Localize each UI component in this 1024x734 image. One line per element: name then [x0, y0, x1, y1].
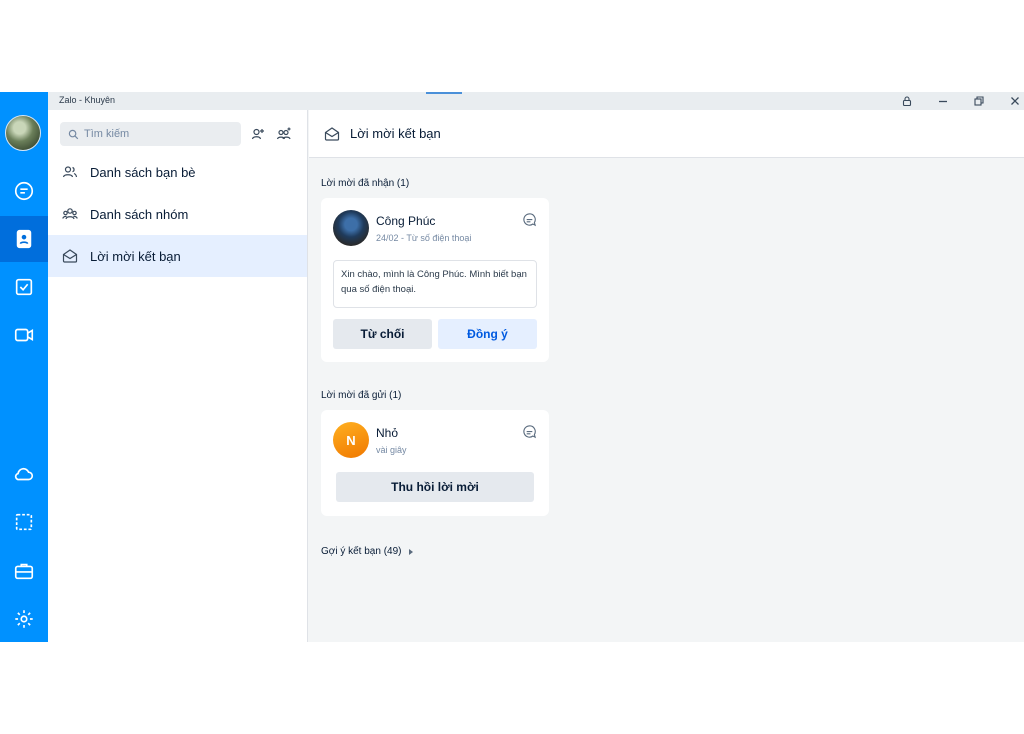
- request-message: Xin chào, mình là Công Phúc. Mình biết b…: [333, 260, 537, 308]
- todo-icon[interactable]: [0, 264, 48, 310]
- sent-section-label: Lời mời đã gửi (1): [321, 390, 402, 401]
- recall-request-button[interactable]: Thu hồi lời mời: [336, 472, 534, 502]
- search-input[interactable]: [84, 128, 234, 140]
- main-content: Lời mời kết bạn Lời mời đã nhận (1) Công…: [309, 110, 1024, 642]
- search-box[interactable]: [60, 122, 241, 146]
- recipient-initial: N: [346, 432, 356, 448]
- title-bar: Zalo - Khuyên: [48, 92, 1024, 110]
- request-meta: 24/02 - Từ số điện thoại: [376, 233, 472, 243]
- envelope-icon: [324, 126, 340, 141]
- contacts-icon[interactable]: [0, 216, 48, 262]
- sent-request-card: N Nhỏ vài giây Thu hồi lời mời: [321, 410, 549, 516]
- nav-groups-list[interactable]: Danh sách nhóm: [48, 193, 307, 235]
- window-title: Zalo - Khuyên: [59, 95, 116, 105]
- nav-friend-requests-label: Lời mời kết bạn: [90, 248, 181, 264]
- groups-icon: [62, 208, 78, 220]
- envelope-icon: [62, 249, 78, 263]
- received-request-card: Công Phúc 24/02 - Từ số điện thoại Xin c…: [321, 198, 549, 362]
- friends-icon: [62, 166, 78, 178]
- navigation-rail: [0, 92, 48, 642]
- sender-name[interactable]: Công Phúc: [376, 214, 435, 228]
- sent-time: vài giây: [376, 445, 407, 455]
- friend-suggestions-toggle[interactable]: Gợi ý kết bạn (49): [321, 546, 415, 557]
- main-header: Lời mời kết bạn: [309, 110, 1024, 158]
- restore-icon[interactable]: [971, 93, 987, 109]
- chat-bubble-icon[interactable]: [522, 424, 537, 439]
- caret-right-icon: [409, 548, 414, 555]
- chat-icon[interactable]: [0, 168, 48, 214]
- toolbox-icon[interactable]: [0, 548, 48, 594]
- accept-button[interactable]: Đồng ý: [438, 319, 537, 349]
- received-section-label: Lời mời đã nhận (1): [321, 178, 410, 189]
- suggestions-label: Gợi ý kết bạn (49): [321, 546, 402, 557]
- page-title: Lời mời kết bạn: [350, 126, 441, 141]
- recipient-name[interactable]: Nhỏ: [376, 426, 398, 440]
- screenshot-icon[interactable]: [0, 499, 48, 545]
- nav-friends-label: Danh sách bạn bè: [90, 164, 196, 180]
- chat-bubble-icon[interactable]: [522, 212, 537, 227]
- nav-friend-requests[interactable]: Lời mời kết bạn: [48, 235, 307, 277]
- sender-avatar[interactable]: [333, 210, 369, 246]
- cloud-icon[interactable]: [0, 451, 48, 497]
- zalo-window: Zalo - Khuyên Danh sách bạn bè: [0, 92, 1024, 642]
- create-group-icon[interactable]: [275, 125, 293, 143]
- contacts-panel: Danh sách bạn bè Danh sách nhóm Lời mời …: [48, 110, 308, 642]
- nav-friends-list[interactable]: Danh sách bạn bè: [48, 151, 307, 193]
- lock-icon[interactable]: [899, 93, 915, 109]
- settings-icon[interactable]: [0, 596, 48, 642]
- minimize-icon[interactable]: [935, 93, 951, 109]
- title-accent: [426, 92, 462, 94]
- decline-button[interactable]: Từ chối: [333, 319, 432, 349]
- video-icon[interactable]: [0, 312, 48, 358]
- close-icon[interactable]: [1007, 93, 1023, 109]
- recipient-avatar[interactable]: N: [333, 422, 369, 458]
- search-icon: [68, 129, 79, 139]
- nav-groups-label: Danh sách nhóm: [90, 206, 189, 222]
- add-friend-icon[interactable]: [249, 125, 267, 143]
- my-avatar[interactable]: [5, 115, 41, 151]
